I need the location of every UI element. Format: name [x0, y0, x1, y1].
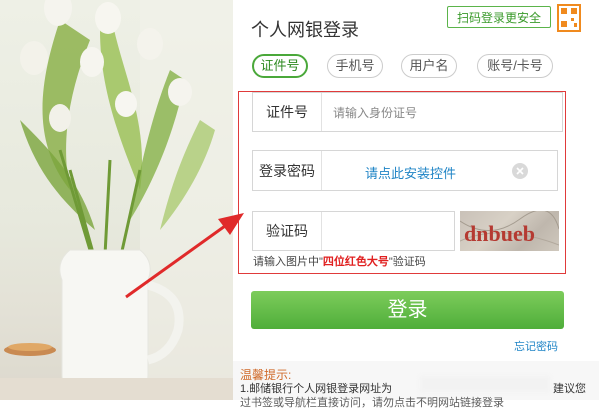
captcha-image[interactable]: dnbueb	[460, 211, 559, 251]
red-arrow-icon	[125, 213, 244, 299]
captcha-field[interactable]: 验证码	[252, 211, 455, 251]
field-divider	[321, 151, 322, 190]
hint-emphasis: 四位红色大号	[322, 256, 389, 268]
install-control-link[interactable]: 请点此安装控件	[365, 163, 456, 182]
captcha-text: dnbueb	[464, 221, 535, 246]
field-divider	[321, 93, 322, 131]
tab-username[interactable]: 用户名	[401, 54, 457, 78]
redacted-url	[420, 376, 550, 392]
hint-suffix: "验证码	[388, 256, 426, 268]
hint-prefix: 请输入图片中"	[253, 256, 323, 268]
tab-id-number[interactable]: 证件号	[252, 54, 308, 78]
notice-line-2: 过书签或导航栏直接访问，请勿点击不明网站链接登录	[240, 397, 504, 409]
captcha-hint: 请输入图片中"四位红色大号"验证码	[253, 253, 426, 269]
password-label: 登录密码	[259, 162, 315, 179]
qr-code-icon[interactable]	[557, 4, 581, 32]
tulip-vase-illustration	[0, 0, 233, 400]
forgot-password-link[interactable]: 忘记密码	[514, 338, 558, 354]
notice-line-1-tail: 建议您	[553, 383, 586, 395]
captcha-label: 验证码	[266, 223, 308, 239]
scan-login-button[interactable]: 扫码登录更安全	[447, 6, 551, 28]
id-number-placeholder: 请输入身份证号	[333, 105, 418, 120]
id-number-label: 证件号	[266, 104, 308, 120]
login-title: 个人网银登录	[251, 20, 359, 40]
field-divider	[321, 212, 322, 250]
tab-account-card[interactable]: 账号/卡号	[477, 54, 553, 78]
clear-icon[interactable]	[512, 163, 528, 179]
login-button[interactable]: 登录	[251, 291, 564, 329]
hero-image	[0, 0, 233, 400]
tab-phone[interactable]: 手机号	[327, 54, 383, 78]
id-number-field[interactable]: 证件号 请输入身份证号	[252, 92, 563, 132]
